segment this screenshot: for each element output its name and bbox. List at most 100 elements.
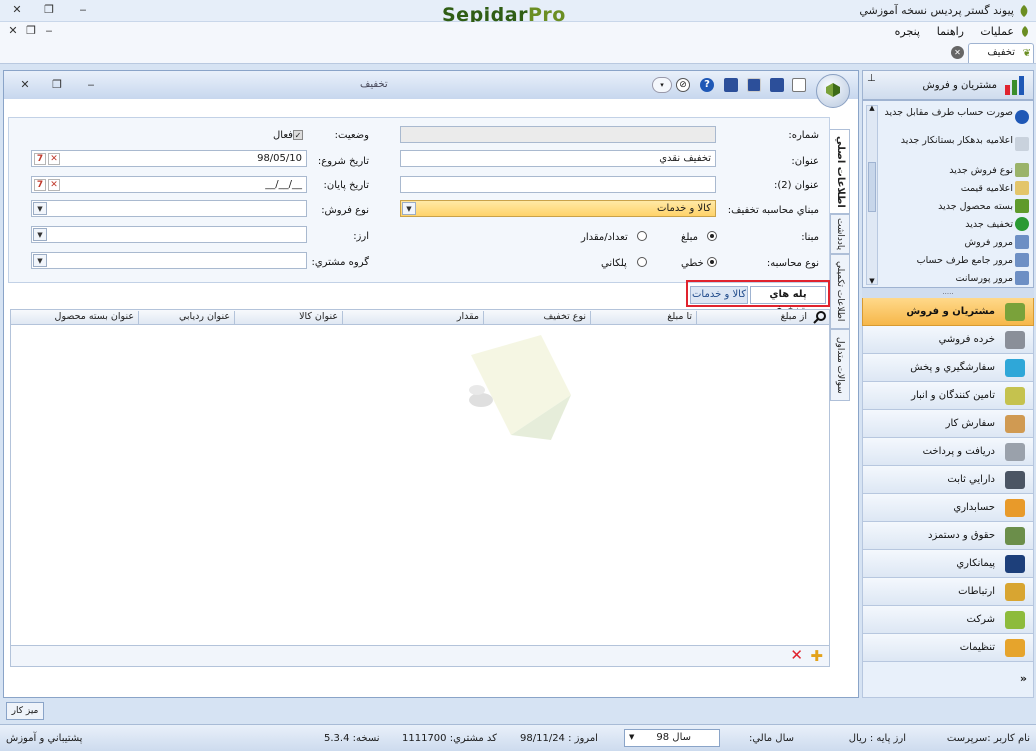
subtab-tiers[interactable]: پله هاي تخفيف (750, 286, 826, 316)
nav-link-browse-commission[interactable]: مرور پورسانت (883, 273, 1014, 284)
chevron-down-icon[interactable]: ▼ (402, 202, 416, 215)
menu-help[interactable]: راهنما (937, 25, 964, 38)
nav-link-new-bundle[interactable]: بسته محصول جديد (883, 201, 1013, 212)
fiscal-year-select[interactable]: سال 98 ▼ (624, 729, 720, 747)
status-today: امروز : 98/11/24 (520, 733, 598, 744)
chevron-down-icon[interactable]: ▼ (629, 733, 634, 741)
col-tracking-title[interactable]: عنوان رديابي (179, 311, 230, 322)
menu-operations[interactable]: عمليات (980, 25, 1014, 38)
basis-amount-radio[interactable] (707, 231, 717, 241)
sale-type-select[interactable]: ▼ (31, 200, 307, 217)
col-to-amount[interactable]: تا مبلغ (667, 311, 692, 322)
end-date-label: تاريخ پايان: (323, 180, 369, 191)
vtab-notes[interactable]: يادداشت (830, 214, 850, 254)
clear-date-icon[interactable]: ✕ (48, 153, 60, 165)
calc-linear-radio[interactable] (707, 257, 717, 267)
col-quantity[interactable]: مقدار (457, 311, 479, 322)
vtab-main-info[interactable]: اطلاعات اصلي (830, 129, 850, 214)
nav-scrollbar[interactable]: ▲ ▼ (866, 104, 878, 285)
scroll-up-icon[interactable]: ▲ (867, 104, 877, 112)
end-date-field[interactable]: __/__/__ 7 ✕ (31, 176, 307, 193)
nav-section-settings[interactable]: تنظيمات (862, 634, 1034, 662)
chevron-down-icon[interactable]: ▼ (33, 202, 47, 215)
basis-qty-radio[interactable] (637, 231, 647, 241)
expand-nav-icon[interactable]: » (1020, 672, 1027, 685)
status-label: وضعيت: (334, 130, 369, 141)
nav-section-customers-sales[interactable]: مشتريان و فروش (862, 298, 1034, 326)
nav-link-browse-counterparty[interactable]: مرور جامع طرف حساب (883, 255, 1013, 266)
sepidar-orb-icon[interactable] (816, 74, 850, 108)
new-document-icon[interactable] (792, 78, 806, 92)
add-row-icon[interactable]: ✚ (810, 648, 823, 664)
close-window-button[interactable]: ✕ (14, 76, 36, 94)
nav-splitter[interactable]: ..... (862, 288, 1034, 298)
vtab-faq[interactable]: سوالات متداول (830, 329, 850, 401)
title2-field[interactable] (400, 176, 716, 193)
menu-window[interactable]: پنجره (895, 25, 920, 38)
nav-link-browse-sales[interactable]: مرور فروش (883, 237, 1014, 248)
col-discount-type[interactable]: نوع تخفيف (543, 311, 586, 322)
nav-link-counterparty-invoice[interactable]: صورت حساب طرف مقابل جديد (883, 107, 1013, 118)
calc-base-select[interactable]: کالا و خدمات ▼ (400, 200, 716, 217)
nav-section-fixed-assets[interactable]: دارايي ثابت (862, 466, 1034, 494)
customer-group-select[interactable]: ▼ (31, 252, 307, 269)
scroll-down-icon[interactable]: ▼ (867, 277, 877, 285)
nav-section-accounting[interactable]: حسابداري (862, 494, 1034, 522)
toolbar-dropdown-icon[interactable]: ▾ (652, 77, 672, 93)
chevron-down-icon[interactable]: ▼ (33, 228, 47, 241)
nav-section-contracting[interactable]: پيمانکاري (862, 550, 1034, 578)
save-as-icon[interactable] (747, 78, 761, 92)
nav-section-receipt-payment[interactable]: دريافت و پرداخت (862, 438, 1034, 466)
help-icon[interactable]: ? (700, 78, 714, 92)
clear-date-icon[interactable]: ✕ (48, 179, 60, 191)
status-support[interactable]: پشتيباني و آموزش (6, 733, 82, 744)
nav-link-new-discount[interactable]: تخفيف جديد (883, 219, 1013, 230)
nav-section-suppliers-warehouse[interactable]: تامين کنندگان و انبار (862, 382, 1034, 410)
vtab-extra-info[interactable]: اطلاعات تکميلي (830, 254, 850, 329)
active-label: فعال (273, 130, 293, 141)
pin-icon[interactable]: ⊥ (867, 73, 876, 84)
nav-link-new-sale-type[interactable]: نوع فروش جديد (883, 165, 1013, 176)
calc-stepped-radio[interactable] (637, 257, 647, 267)
col-item-title[interactable]: عنوان کالا (299, 311, 338, 322)
nav-section-company[interactable]: شرکت (862, 606, 1034, 634)
delete-row-icon[interactable]: ✕ (790, 647, 803, 664)
calendar-icon[interactable]: 7 (34, 153, 46, 165)
nav-link-price-notice[interactable]: اعلاميه قيمت (883, 183, 1013, 194)
minimize-window-button[interactable]: ‒ (80, 76, 102, 94)
save-close-icon[interactable] (770, 78, 784, 92)
grid-body[interactable] (10, 325, 830, 645)
status-bar: نام کاربر :سرپرست ارز پايه : ريال سال ما… (0, 724, 1036, 751)
cart-icon (1005, 331, 1025, 349)
minimize-app-button[interactable]: ‒ (72, 1, 94, 19)
col-from-amount[interactable]: از مبلغ (781, 311, 807, 322)
subtab-goods[interactable]: کالا و خدمات (690, 286, 748, 304)
nav-section-payroll[interactable]: حقوق و دستمزد (862, 522, 1034, 550)
close-tab-icon[interactable]: ✕ (951, 46, 964, 59)
menu-bar: ✕ ❐ ‒ عمليات راهنما پنجره (0, 22, 1036, 42)
calendar-icon[interactable]: 7 (34, 179, 46, 191)
nav-section-work-order[interactable]: سفارش کار (862, 410, 1034, 438)
save-icon[interactable] (724, 78, 738, 92)
close-app-button[interactable]: ✕ (6, 1, 28, 19)
restore-app-button[interactable]: ❐ (38, 1, 60, 19)
nav-section-retail[interactable]: خرده فروشي (862, 326, 1034, 354)
nav-section-communications[interactable]: ارتباطات (862, 578, 1034, 606)
desk-button[interactable]: ميز کار (6, 702, 44, 720)
number-label: شماره: (788, 130, 819, 141)
start-date-field[interactable]: 98/05/10 7 ✕ (31, 150, 307, 167)
document-tab-discount[interactable]: تخفيف ❦ ✕ (951, 43, 1034, 63)
col-bundle-title[interactable]: عنوان بسته محصول (55, 311, 134, 322)
options-icon[interactable]: ⊘ (676, 78, 690, 92)
title-field[interactable]: تخفيف نقدي (400, 150, 716, 167)
column-divider (483, 311, 484, 324)
active-checkbox[interactable]: ✓ (293, 130, 303, 140)
nav-link-debit-credit-notice[interactable]: اعلاميه بدهکار بستانکار جديد (883, 135, 1013, 146)
chevron-down-icon[interactable]: ▼ (33, 254, 47, 267)
scroll-thumb[interactable] (868, 162, 876, 212)
restore-window-button[interactable]: ❐ (46, 76, 68, 94)
minimize-mdi-button[interactable]: ‒ (38, 22, 60, 40)
nav-section-order-distribution[interactable]: سفارشگيري و پخش (862, 354, 1034, 382)
currency-select[interactable]: ▼ (31, 226, 307, 243)
search-icon[interactable] (813, 310, 827, 324)
